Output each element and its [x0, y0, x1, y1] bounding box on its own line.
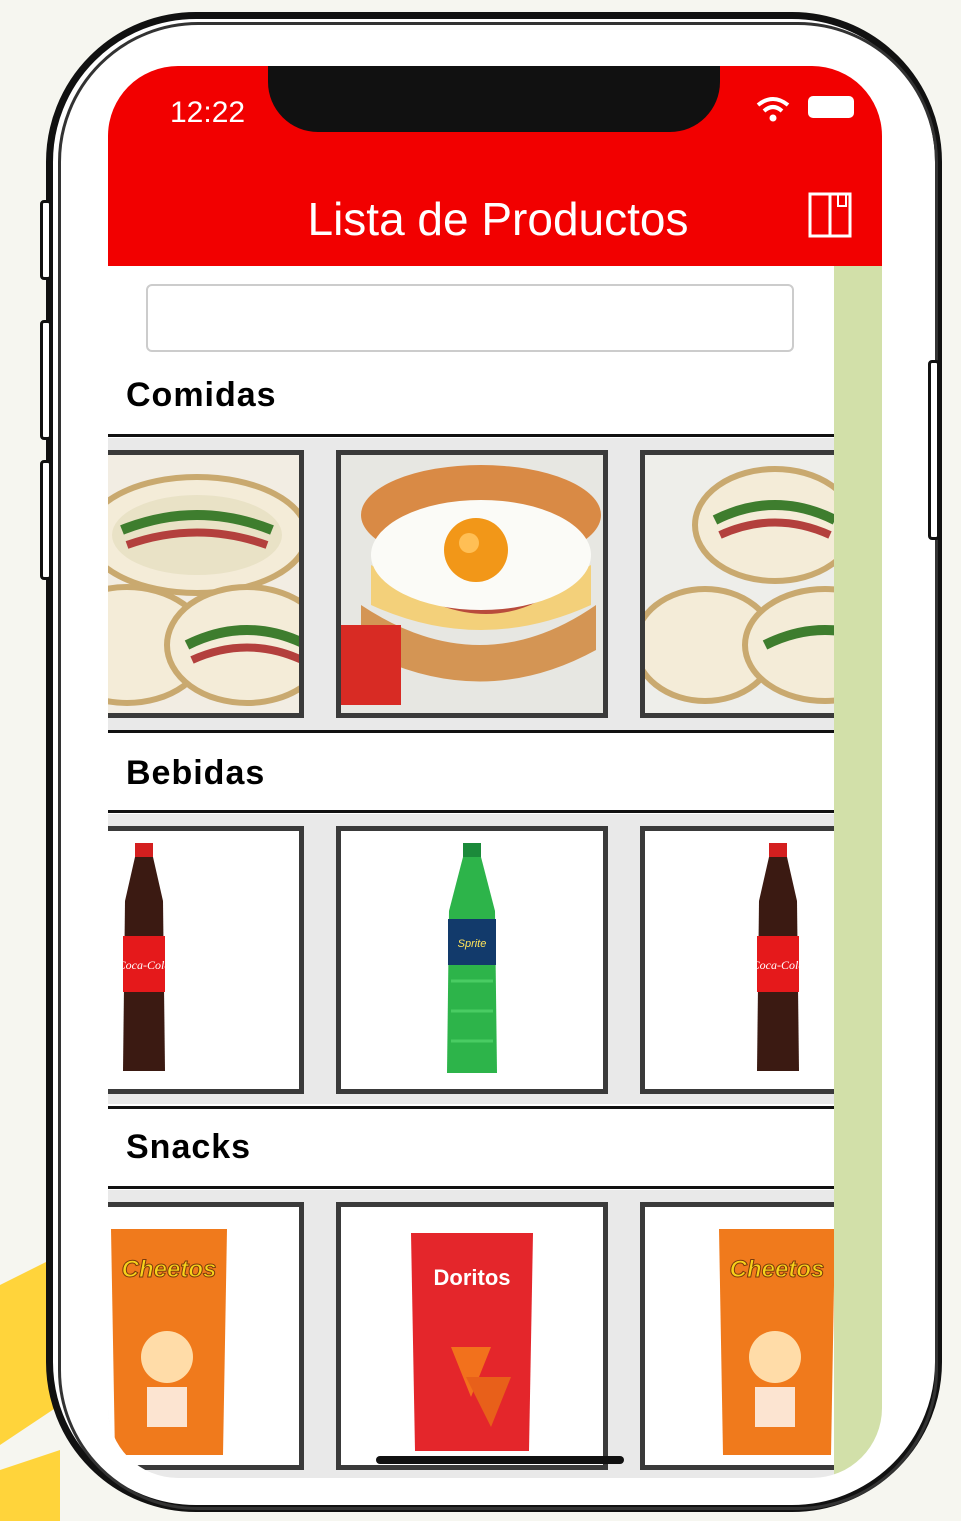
snack-label: Cheetos [730, 1256, 825, 1283]
cheetos-bag-image: Cheetos [108, 1207, 299, 1465]
product-row-bebidas[interactable]: Coca-Cola Sprite Coca-Cola [108, 814, 834, 1104]
product-card[interactable]: Cheetos [108, 1202, 304, 1470]
notch [268, 66, 720, 132]
divider [108, 810, 834, 813]
volume-down-button [40, 460, 52, 580]
bottle-label: Coca-Cola [752, 958, 805, 972]
egg-burger-image [341, 455, 603, 713]
product-card[interactable]: Doritos [336, 1202, 608, 1470]
home-indicator[interactable] [376, 1456, 624, 1464]
section-title-bebidas: Bebidas [126, 754, 266, 792]
side-panel [834, 266, 882, 1478]
product-card[interactable]: Coca-Cola [640, 826, 834, 1094]
phone-screen: 12:22 Lista de Productos Comidas Bebidas… [108, 66, 882, 1478]
product-row-snacks[interactable]: Cheetos Doritos Cheetos [108, 1190, 834, 1478]
divider [108, 730, 834, 733]
cola-bottle-image: Coca-Cola [645, 831, 834, 1089]
bottle-label: Sprite [458, 938, 487, 950]
status-time: 12:22 [170, 96, 246, 129]
product-card[interactable]: Cheetos [640, 1202, 834, 1470]
page-title: Lista de Productos [307, 193, 689, 245]
app-header: 12:22 Lista de Productos [108, 66, 882, 266]
battery-icon [808, 96, 854, 118]
divider [108, 1106, 834, 1109]
sandwich-wrap-image [645, 455, 834, 713]
power-button [928, 360, 940, 540]
section-title-comidas: Comidas [126, 376, 277, 414]
mute-switch [40, 200, 52, 280]
wifi-icon [756, 97, 790, 122]
doritos-bag-image: Doritos [341, 1207, 603, 1465]
sprite-bottle-image: Sprite [341, 831, 603, 1089]
bottle-label: Coca-Cola [118, 958, 171, 972]
product-card[interactable]: Coca-Cola [108, 826, 304, 1094]
product-row-comidas[interactable] [108, 438, 834, 730]
cola-bottle-image: Coca-Cola [108, 831, 299, 1089]
divider [108, 434, 834, 437]
snack-label: Doritos [434, 1265, 511, 1290]
sandwich-wrap-image [108, 455, 299, 713]
product-card[interactable] [640, 450, 834, 718]
snack-label: Cheetos [122, 1256, 217, 1283]
product-card[interactable]: Sprite [336, 826, 608, 1094]
product-card[interactable] [108, 450, 304, 718]
product-list: Comidas Bebidas Coca-Cola Sprite Coca-Co… [108, 266, 834, 1478]
cheetos-bag-image: Cheetos [645, 1207, 834, 1465]
book-icon[interactable] [808, 192, 852, 238]
section-title-snacks: Snacks [126, 1128, 252, 1166]
divider [108, 1186, 834, 1189]
volume-up-button [40, 320, 52, 440]
search-input[interactable] [146, 284, 794, 352]
product-card[interactable] [336, 450, 608, 718]
